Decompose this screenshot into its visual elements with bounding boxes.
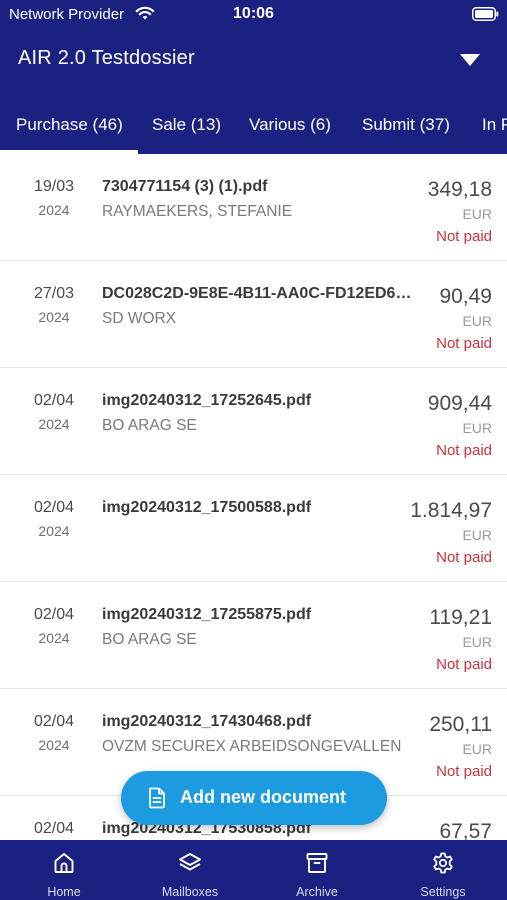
document-amount: 67,57 bbox=[439, 820, 492, 840]
nav-archive[interactable]: Archive bbox=[254, 840, 380, 900]
document-currency: EUR bbox=[462, 206, 492, 222]
app-header: Network Provider 10:06 AIR 2.0 Testdossi… bbox=[0, 0, 507, 154]
document-row[interactable]: 02/04 2024 img20240312_17252645.pdf BO A… bbox=[0, 368, 507, 475]
document-year: 2024 bbox=[38, 737, 70, 753]
document-currency: EUR bbox=[462, 527, 492, 543]
document-year: 2024 bbox=[38, 309, 70, 325]
document-list: 19/03 2024 7304771154 (3) (1).pdf RAYMAE… bbox=[0, 154, 507, 840]
nav-mailboxes-label: Mailboxes bbox=[161, 885, 219, 899]
gear-icon bbox=[433, 852, 453, 874]
document-company: RAYMAEKERS, STEFANIE bbox=[102, 203, 293, 220]
payment-status: Not paid bbox=[436, 763, 492, 780]
document-company: BO ARAG SE bbox=[102, 631, 197, 648]
title-bar: AIR 2.0 Testdossier bbox=[0, 30, 507, 90]
document-currency: EUR bbox=[462, 420, 492, 436]
payment-status: Not paid bbox=[436, 656, 492, 673]
document-date: 02/04 bbox=[33, 713, 75, 730]
tab-sale[interactable]: Sale (13) bbox=[152, 115, 221, 135]
layers-icon bbox=[179, 853, 201, 871]
add-new-document-label: Add new document bbox=[180, 787, 346, 807]
document-company: BO ARAG SE bbox=[102, 417, 197, 434]
document-filename: img20240312_17500588.pdf bbox=[102, 499, 312, 516]
archive-box-icon bbox=[306, 853, 328, 873]
payment-status: Not paid bbox=[436, 335, 492, 352]
nav-archive-label: Archive bbox=[296, 885, 338, 899]
home-icon bbox=[54, 853, 74, 873]
document-row[interactable]: 19/03 2024 7304771154 (3) (1).pdf RAYMAE… bbox=[0, 154, 507, 261]
payment-status: Not paid bbox=[436, 442, 492, 459]
document-icon bbox=[149, 787, 165, 809]
nav-home[interactable]: Home bbox=[1, 840, 127, 900]
document-row[interactable]: 27/03 2024 DC028C2D-9E8E-4B11-AA0C-FD12E… bbox=[0, 261, 507, 368]
document-currency: EUR bbox=[462, 313, 492, 329]
document-amount: 1.814,97 bbox=[410, 499, 492, 522]
document-company: SD WORX bbox=[102, 310, 177, 327]
nav-settings-label: Settings bbox=[420, 885, 466, 899]
document-year: 2024 bbox=[38, 202, 70, 218]
document-filename: 7304771154 (3) (1).pdf bbox=[102, 178, 268, 195]
nav-mailboxes[interactable]: Mailboxes bbox=[127, 840, 253, 900]
tab-submit[interactable]: Submit (37) bbox=[362, 115, 450, 135]
document-year: 2024 bbox=[38, 630, 70, 646]
dossier-title: AIR 2.0 Testdossier bbox=[18, 47, 195, 69]
document-amount: 90,49 bbox=[439, 285, 492, 308]
tab-purchase[interactable]: Purchase (46) bbox=[16, 115, 123, 135]
document-date: 19/03 bbox=[33, 178, 75, 195]
document-amount: 250,11 bbox=[429, 713, 492, 736]
category-tabs: Purchase (46) Sale (13) Various (6) Subm… bbox=[0, 100, 507, 154]
document-filename: img20240312_17255875.pdf bbox=[102, 606, 312, 623]
clock: 10:06 bbox=[233, 5, 274, 22]
document-currency: EUR bbox=[462, 634, 492, 650]
document-date: 02/04 bbox=[33, 606, 75, 623]
payment-status: Not paid bbox=[436, 549, 492, 566]
document-amount: 909,44 bbox=[427, 392, 492, 415]
document-amount: 349,18 bbox=[427, 178, 492, 201]
document-year: 2024 bbox=[38, 523, 70, 539]
tab-various[interactable]: Various (6) bbox=[249, 115, 331, 135]
document-company: OVZM SECUREX ARBEIDSONGEVALLEN bbox=[102, 738, 402, 755]
document-filename: DC028C2D-9E8E-4B11-AA0C-FD12ED6… bbox=[102, 285, 412, 302]
document-date: 02/04 bbox=[33, 499, 75, 516]
document-filename: img20240312_17252645.pdf bbox=[102, 392, 312, 409]
dropdown-arrow-icon[interactable] bbox=[458, 53, 482, 67]
bottom-navigation: Home Mailboxes Archive Settings bbox=[0, 840, 507, 900]
document-year: 2024 bbox=[38, 416, 70, 432]
tab-in-progress[interactable]: In P bbox=[482, 115, 507, 135]
document-row[interactable]: 02/04 2024 img20240312_17500588.pdf 1.81… bbox=[0, 475, 507, 582]
nav-settings[interactable]: Settings bbox=[380, 840, 506, 900]
document-currency: EUR bbox=[462, 741, 492, 757]
document-row[interactable]: 02/04 2024 img20240312_17255875.pdf BO A… bbox=[0, 582, 507, 689]
document-date: 27/03 bbox=[33, 285, 75, 302]
payment-status: Not paid bbox=[436, 228, 492, 245]
add-new-document-button[interactable]: Add new document bbox=[121, 771, 387, 825]
document-date: 02/04 bbox=[33, 392, 75, 409]
document-amount: 119,21 bbox=[429, 606, 492, 629]
nav-home-label: Home bbox=[47, 885, 81, 899]
status-bar: Network Provider 10:06 bbox=[0, 0, 507, 30]
document-filename: img20240312_17430468.pdf bbox=[102, 713, 312, 730]
battery-icon bbox=[472, 7, 499, 21]
document-date: 02/04 bbox=[33, 820, 75, 837]
